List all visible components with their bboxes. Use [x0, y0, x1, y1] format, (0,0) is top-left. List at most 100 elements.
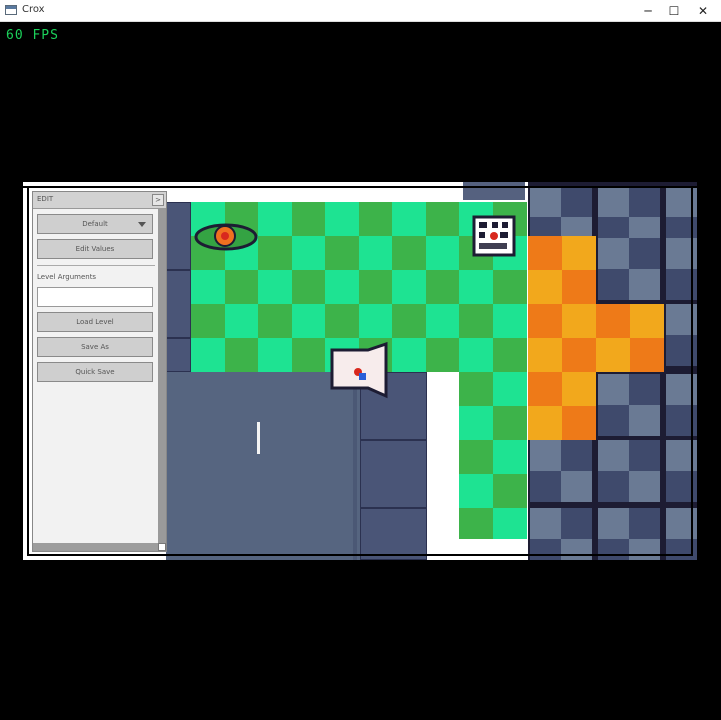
floor-tile [459, 440, 493, 474]
metal-block [360, 440, 427, 508]
slab-marker [257, 422, 260, 454]
scrollbar-thumb[interactable] [158, 208, 166, 544]
floor-tile [358, 236, 393, 270]
floor-tile [392, 338, 426, 372]
floor-tile [358, 202, 393, 236]
floor-tile [325, 236, 359, 270]
level-arguments-label: Level Arguments [37, 273, 97, 281]
floor-tile [291, 338, 326, 372]
metal-block [530, 186, 561, 217]
metal-block [598, 374, 629, 405]
save-as-button[interactable]: Save As [37, 337, 153, 357]
floor-tile [224, 304, 259, 338]
metal-block [166, 270, 191, 338]
floor-tile [492, 508, 527, 542]
floor-tile [425, 270, 460, 304]
app-icon [5, 5, 17, 15]
panel-scrollbar[interactable] [158, 208, 166, 545]
floor-tile [258, 202, 292, 236]
floor-tile [291, 304, 326, 338]
lava-tile [528, 372, 562, 406]
floor-tile [191, 304, 225, 338]
lava-tile [562, 304, 596, 338]
metal-block [598, 440, 629, 471]
frame-line [27, 554, 693, 556]
floor-tile [425, 202, 460, 236]
floor-tile [392, 304, 426, 338]
floor-tile [459, 508, 493, 542]
editor-header[interactable]: EDIT > [33, 192, 166, 209]
floor-tile [291, 270, 326, 304]
lava-tile [562, 270, 596, 304]
divider [37, 265, 155, 266]
lava-tile [630, 338, 664, 372]
floor-tile [492, 372, 527, 406]
floor-tile [191, 270, 225, 304]
floor-slab [166, 372, 361, 560]
metal-block [598, 238, 629, 269]
window-titlebar: Crox ─ ☐ ✕ [0, 0, 721, 22]
lava-tile [562, 338, 596, 372]
editor-panel: EDIT > Default Edit Values Level Argumen… [32, 191, 167, 552]
level-arguments-input[interactable] [37, 287, 153, 307]
lava-tile [562, 372, 596, 406]
floor-tile [459, 270, 493, 304]
metal-block [166, 338, 191, 372]
resize-handle[interactable] [158, 543, 166, 551]
metal-block [561, 539, 592, 560]
close-button[interactable]: ✕ [685, 0, 721, 21]
metal-block [629, 405, 660, 436]
floor-tile [191, 338, 225, 372]
floor-tile [459, 406, 493, 440]
floor-tile [291, 236, 326, 270]
lava-tile [596, 338, 630, 372]
metal-block [463, 182, 525, 200]
void-area [427, 539, 528, 560]
floor-tile [459, 338, 493, 372]
frame-line [23, 186, 697, 188]
metal-block [360, 508, 427, 560]
metal-block [629, 539, 660, 560]
panel-bottom-bar [33, 543, 159, 551]
lava-tile [528, 270, 562, 304]
floor-tile [459, 304, 493, 338]
floor-tile [459, 372, 493, 406]
collapse-button[interactable]: > [152, 194, 164, 206]
floor-tile [425, 304, 460, 338]
metal-block [561, 471, 592, 502]
floor-tile [258, 270, 292, 304]
lava-tile [528, 406, 562, 440]
floor-tile [492, 440, 527, 474]
maximize-icon: ☐ [668, 3, 680, 18]
floor-tile [492, 304, 527, 338]
lava-tile [630, 304, 664, 338]
preset-select[interactable]: Default [37, 214, 153, 234]
floor-tile [425, 236, 460, 270]
floor-tile [325, 202, 359, 236]
lava-tile [528, 236, 562, 270]
edit-values-button[interactable]: Edit Values [37, 239, 153, 259]
frame-line [691, 186, 693, 556]
lava-tile [596, 304, 630, 338]
lava-tile [528, 304, 562, 338]
floor-tile [492, 270, 527, 304]
floor-tile [258, 338, 292, 372]
floor-tile [325, 304, 359, 338]
floor-tile [492, 474, 527, 508]
metal-block [530, 440, 561, 471]
floor-tile [392, 202, 426, 236]
fps-counter: 60 FPS [6, 28, 59, 43]
floor-tile [459, 474, 493, 508]
floor-tile [358, 304, 393, 338]
load-level-button[interactable]: Load Level [37, 312, 153, 332]
metal-block [530, 508, 561, 539]
quick-save-button[interactable]: Quick Save [37, 362, 153, 382]
floor-tile [392, 270, 426, 304]
floor-tile [224, 338, 259, 372]
window-title: Crox [22, 4, 45, 15]
floor-tile [492, 406, 527, 440]
lava-tile [562, 236, 596, 270]
floor-tile [492, 338, 527, 372]
minimize-icon: ─ [644, 3, 652, 18]
slab-edge [353, 372, 357, 560]
